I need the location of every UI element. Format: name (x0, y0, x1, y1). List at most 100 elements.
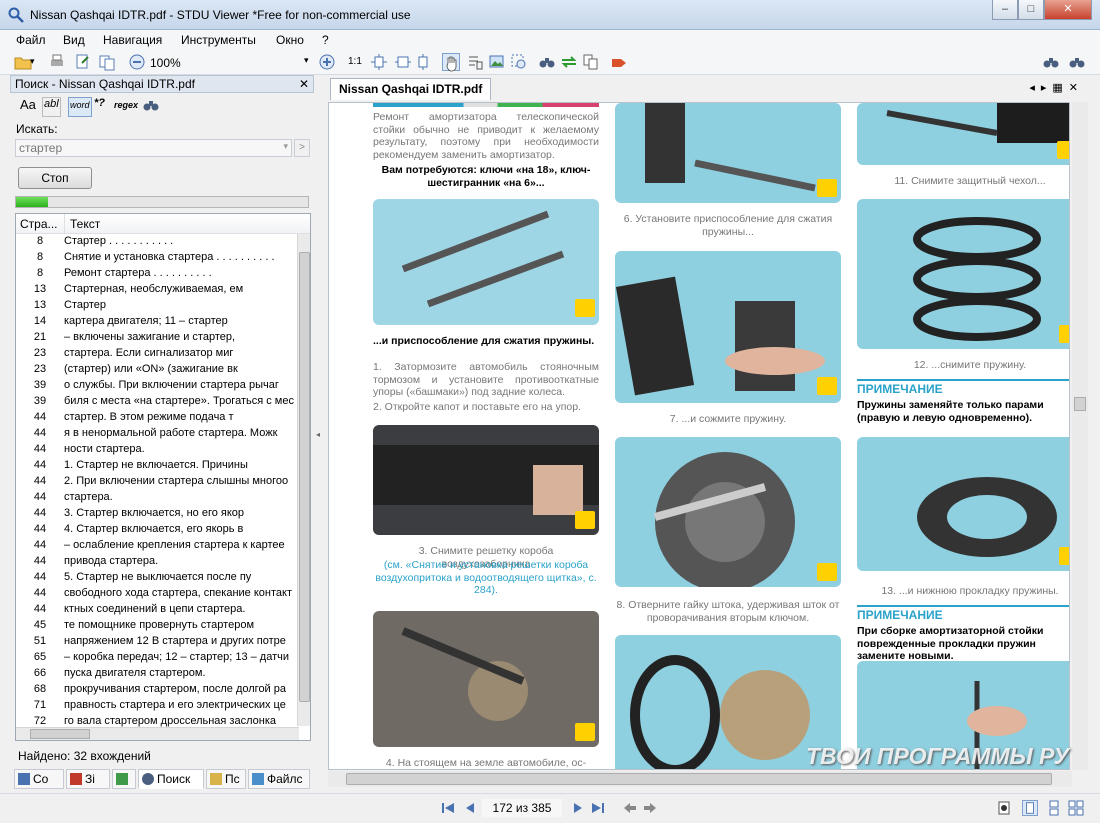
fit-height-icon[interactable] (414, 53, 432, 71)
result-row[interactable]: 44 стартер. В этом режиме подача т (16, 410, 310, 426)
tab-contents[interactable]: Со (14, 769, 64, 789)
results-horizontal-scrollbar[interactable] (16, 727, 299, 740)
bookmark-tag-icon[interactable] (610, 53, 628, 71)
match-case-option[interactable]: Aa (20, 97, 36, 117)
result-row[interactable]: 8 Ремонт стартера . . . . . . . . . . (16, 266, 310, 282)
menu-file[interactable]: Файл (16, 33, 46, 47)
search-go-button[interactable]: > (294, 139, 310, 157)
actual-size-button[interactable]: 1:1 (348, 56, 366, 74)
result-row[interactable]: 44 стартера. (16, 490, 310, 506)
result-row[interactable]: 39 биля с места «на стартере». Трогаться … (16, 394, 310, 410)
export-icon[interactable] (74, 53, 92, 71)
step-3-link[interactable]: (см. «Снятие и установка решетки короба … (373, 559, 599, 597)
result-row[interactable]: 39 о службы. При включении стартера рычаг (16, 378, 310, 394)
result-row[interactable]: 44 1. Стартер не включается. Причины (16, 458, 310, 474)
back-icon[interactable] (622, 800, 638, 816)
continuous-view-icon[interactable] (1046, 800, 1062, 816)
result-row[interactable]: 71 правность стартера и его электрических… (16, 698, 310, 714)
facing-view-icon[interactable] (1068, 800, 1084, 816)
first-page-icon[interactable] (440, 800, 456, 816)
hand-tool-icon[interactable] (442, 53, 460, 72)
result-row[interactable]: 8 Снятие и установка стартера . . . . . .… (16, 250, 310, 266)
stop-button[interactable]: Стоп (18, 167, 92, 189)
open-dropdown-icon[interactable]: ▾ (30, 56, 40, 74)
result-text: пуска двигателя стартером. (64, 667, 206, 679)
tab-thumbnails[interactable] (112, 769, 136, 789)
result-row[interactable]: 14 картера двигателя; 11 – стартер (16, 314, 310, 330)
single-page-view-icon[interactable] (1022, 800, 1038, 816)
fit-page-icon[interactable] (370, 53, 388, 71)
result-row[interactable]: 23 стартера. Если сигнализатор миг (16, 346, 310, 362)
previous-page-icon[interactable] (462, 800, 478, 816)
result-row[interactable]: 13 Стартерная, необслуживаемая, ем (16, 282, 310, 298)
splitter-arrow-icon[interactable]: ◂ (316, 430, 320, 439)
query-dropdown-icon[interactable]: ▾ (283, 141, 288, 152)
menu-window[interactable]: Окно (276, 33, 304, 47)
zoom-level[interactable]: 100% (150, 56, 181, 70)
search-query-input[interactable]: стартер ▾ (15, 139, 292, 157)
document-tab[interactable]: Nissan Qashqai IDTR.pdf (330, 78, 492, 100)
maximize-button[interactable]: □ (1018, 0, 1044, 20)
result-row[interactable]: 44 ктных соединений в цепи стартера. (16, 602, 310, 618)
regex-option[interactable]: regex (114, 100, 138, 120)
search-binoculars-icon[interactable] (538, 53, 556, 71)
results-vertical-scrollbar[interactable] (297, 234, 310, 726)
result-row[interactable]: 8 Стартер . . . . . . . . . . . (16, 234, 310, 250)
forward-icon[interactable] (642, 800, 658, 816)
print-icon[interactable] (48, 53, 66, 71)
result-row[interactable]: 44 2. При включении стартера слышны много… (16, 474, 310, 490)
document-vertical-scrollbar[interactable] (1072, 102, 1088, 770)
col-text-header[interactable]: Текст (70, 217, 100, 231)
find-previous-icon[interactable] (1042, 53, 1060, 71)
tab-files[interactable]: Файлс (248, 769, 310, 789)
result-row[interactable]: 21 – включены зажигание и стартер, (16, 330, 310, 346)
result-row[interactable]: 23 (стартер) или «ON» (зажигание вк (16, 362, 310, 378)
select-text-icon[interactable] (466, 53, 484, 71)
col-page-header[interactable]: Стра... (20, 217, 58, 231)
result-row[interactable]: 44 я в ненормальной работе стартера. Можк (16, 426, 310, 442)
result-row[interactable]: 68 прокручивания стартером, после долгой … (16, 682, 310, 698)
rotate-icon[interactable] (996, 800, 1012, 816)
next-page-icon[interactable] (570, 800, 586, 816)
document-page[interactable]: Ремонт амортизатора телескопической стой… (328, 102, 1070, 770)
result-row[interactable]: 44 5. Стартер не выключается после пу (16, 570, 310, 586)
close-panel-button[interactable]: ✕ (299, 77, 309, 91)
tab-bookmarks[interactable]: Зі (66, 769, 110, 789)
document-horizontal-scrollbar[interactable] (328, 771, 1072, 787)
menu-view[interactable]: Вид (63, 33, 85, 47)
result-row[interactable]: 44 привода стартера. (16, 554, 310, 570)
result-row[interactable]: 65 – коробка передач; 12 – стартер; 13 –… (16, 650, 310, 666)
menu-navigation[interactable]: Навигация (103, 33, 162, 47)
result-row[interactable]: 44 4. Стартер включается, его якорь в (16, 522, 310, 538)
search-options-icon[interactable] (142, 96, 160, 114)
zoom-out-icon[interactable] (128, 53, 146, 71)
zoom-area-icon[interactable] (510, 53, 528, 71)
find-next-icon[interactable] (1068, 53, 1086, 71)
result-row[interactable]: 44 свободного хода стартера, спекание кон… (16, 586, 310, 602)
minimize-button[interactable]: – (992, 0, 1018, 20)
last-page-icon[interactable] (590, 800, 606, 816)
result-row[interactable]: 44 ности стартера. (16, 442, 310, 458)
zoom-in-icon[interactable] (318, 53, 336, 71)
close-button[interactable]: ✕ (1044, 0, 1092, 20)
tab-pages[interactable]: Пс (206, 769, 246, 789)
tab-navigation-icons[interactable]: ◂▸▦✕ (1029, 81, 1084, 94)
copy-icon[interactable] (98, 53, 116, 71)
result-row[interactable]: 45 те помощнике провернуть стартером (16, 618, 310, 634)
menu-tools[interactable]: Инструменты (181, 33, 256, 47)
sync-icon[interactable] (560, 53, 578, 71)
result-row[interactable]: 44 3. Стартер включается, но его якор (16, 506, 310, 522)
result-row[interactable]: 44 – ослабление крепления стартера к кар… (16, 538, 310, 554)
result-row[interactable]: 51 напряжением 12 В стартера и других пот… (16, 634, 310, 650)
tab-search[interactable]: Поиск (138, 769, 204, 789)
wildcard-option[interactable]: *? (94, 97, 105, 117)
page-indicator[interactable]: 172 из 385 (482, 799, 562, 817)
select-image-icon[interactable] (488, 53, 506, 71)
menu-help[interactable]: ? (322, 33, 329, 47)
fit-width-icon[interactable] (394, 53, 412, 71)
result-row[interactable]: 66 пуска двигателя стартером. (16, 666, 310, 682)
result-row[interactable]: 13 Стартер (16, 298, 310, 314)
whole-word-option[interactable]: word (68, 97, 92, 117)
pages-icon[interactable] (582, 53, 600, 71)
text-option[interactable]: abl (42, 97, 61, 117)
